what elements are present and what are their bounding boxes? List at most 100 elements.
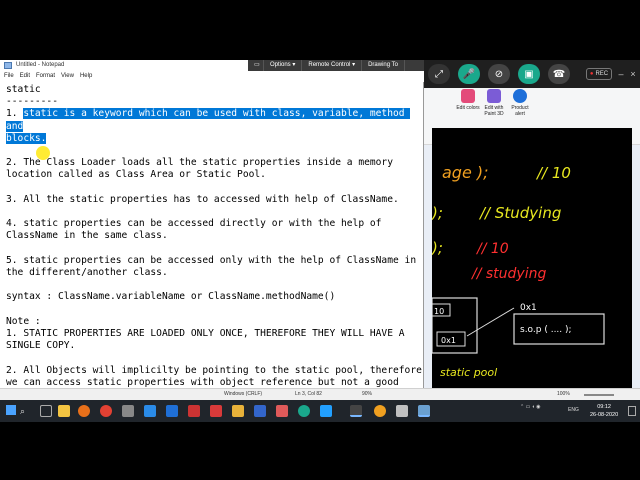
canvas-text-red-studying: // studying (470, 266, 546, 282)
tray-icons[interactable]: ⌃ ▭ ◖ ◉ (520, 404, 540, 410)
meeting-toolbar: ⤢ 🎤 ⊘ ▣ ☎ ● REC – × (424, 60, 640, 88)
paint3d-icon (487, 89, 501, 103)
file-explorer-icon[interactable] (58, 405, 70, 417)
firefox-icon[interactable] (78, 405, 90, 417)
menu-file[interactable]: File (4, 71, 14, 82)
canvas-text-0x1-ref: 0x1 (441, 336, 456, 345)
text-line-content: ClassName in the same class. (6, 230, 168, 242)
text-line: Note : (6, 316, 422, 328)
text-line-content: we can access static properties with obj… (6, 376, 399, 388)
text-line-content: 3. All the static properties has to acce… (6, 193, 399, 205)
text-line: static (6, 84, 422, 96)
menu-edit[interactable]: Edit (20, 71, 30, 82)
sticky-icon[interactable] (396, 405, 408, 417)
palette-icon (461, 89, 475, 103)
notepad-zoom-label: 90% (362, 391, 373, 397)
vscode-icon[interactable] (166, 405, 178, 417)
text-line-content: syntax : ClassName.variableName or Class… (6, 291, 336, 303)
selected-text: static is a keyword which can be used wi… (6, 108, 411, 132)
text-line: 5. static properties can be accessed onl… (6, 255, 422, 267)
text-line: 2. All Objects will implicilty be pointi… (6, 365, 422, 377)
text-line-content: static (6, 84, 41, 95)
close-icon[interactable]: × (628, 68, 638, 80)
microphone-icon[interactable]: 🎤 (458, 64, 480, 84)
text-line (6, 206, 422, 218)
edit-with-paint3d-button[interactable]: Edit with Paint 3D (480, 89, 508, 117)
acrobat-icon[interactable] (210, 405, 222, 417)
minimize-icon[interactable]: – (616, 68, 626, 80)
rec-indicator: ● REC (586, 68, 612, 80)
text-line (6, 304, 422, 316)
word-icon[interactable] (254, 405, 266, 417)
remote-control-button[interactable]: Remote Control ▾ (302, 60, 363, 71)
record-icon: ● (589, 71, 594, 77)
notification-icon[interactable] (628, 406, 636, 416)
text-line: blocks. (6, 132, 422, 145)
language-indicator[interactable]: ENG (568, 407, 579, 413)
whatsapp-icon[interactable] (298, 405, 310, 417)
edit-colors-button[interactable]: Edit colors (454, 89, 482, 111)
task-view-icon[interactable] (40, 405, 52, 417)
text-line (6, 145, 422, 157)
text-line: 3. All the static properties has to acce… (6, 194, 422, 206)
notepad-status-bar: Windows (CRLF) Ln 3, Col 82 90% (0, 388, 424, 400)
paint-zoom-label: 100% (557, 391, 570, 397)
text-line: --------- (6, 96, 422, 108)
canvas-text-close2: ); (432, 239, 443, 257)
drawing-tools-button[interactable]: Drawing To (362, 60, 405, 71)
menu-format[interactable]: Format (36, 71, 55, 82)
reference-arrow (466, 307, 515, 337)
expand-icon[interactable]: ⤢ (428, 64, 450, 84)
text-line: we can access static properties with obj… (6, 377, 422, 388)
text-line-content: 4. static properties can be accessed dir… (6, 218, 382, 230)
text-line (6, 279, 422, 291)
text-line-prefix: 1. (6, 108, 24, 120)
canvas-text-age: age ); (442, 163, 489, 182)
mail-icon[interactable] (144, 405, 156, 417)
end-call-icon[interactable]: ☎ (548, 64, 570, 84)
camera-off-icon[interactable]: ⊘ (488, 64, 510, 84)
text-line-content: Note : (6, 315, 41, 327)
notes-icon[interactable] (320, 405, 332, 417)
search-icon[interactable]: ⌕ (20, 406, 25, 417)
meeting-app-icon[interactable] (350, 405, 362, 417)
system-clock[interactable]: 09:12 26-08-2020 (590, 403, 618, 419)
paint-zoom-slider[interactable] (584, 394, 614, 396)
chrome-icon[interactable] (100, 405, 112, 417)
menu-help[interactable]: Help (80, 71, 92, 82)
text-line-content: the different/another class. (6, 266, 168, 278)
text-line-content: SINGLE COPY. (6, 340, 76, 352)
canvas-text-0x1-top: 0x1 (520, 303, 537, 313)
text-line: location called as Class Area or Static … (6, 169, 422, 181)
selected-text: blocks. (6, 132, 47, 144)
folder-icon[interactable] (232, 405, 244, 417)
monitor-icon[interactable]: ▭ (248, 60, 264, 71)
notepad-title: Untitled - Notepad (16, 62, 65, 68)
text-line: SINGLE COPY. (6, 340, 422, 352)
canvas-text-studying: // Studying (478, 204, 561, 222)
canvas-text-sop: s.o.p ( .... ); (520, 325, 572, 335)
text-line: 1. static is a keyword which can be used… (6, 108, 422, 132)
text-line (6, 182, 422, 194)
windows-start-icon[interactable] (6, 405, 16, 415)
video-letterbox-bottom (0, 422, 640, 480)
notepad-icon (4, 62, 12, 69)
notepad-app-icon[interactable] (418, 405, 430, 417)
text-line: the different/another class. (6, 267, 422, 279)
paint-app-icon[interactable] (276, 405, 288, 417)
text-line-content: 5. static properties can be accessed onl… (6, 254, 417, 266)
text-line: 4. static properties can be accessed dir… (6, 218, 422, 230)
ppt-icon[interactable] (188, 405, 200, 417)
calculator-icon[interactable] (122, 405, 134, 417)
notepad-text-area[interactable]: static --------- 1. static is a keyword wh… (6, 84, 422, 388)
video-letterbox-top (0, 0, 640, 60)
paint-canvas[interactable]: age ); // 10 ); // Studying ); // 10 // … (429, 128, 632, 398)
cursor-position-label: Ln 3, Col 82 (295, 391, 322, 397)
product-alert-button[interactable]: Product alert (506, 89, 534, 117)
share-screen-icon[interactable]: ▣ (518, 64, 540, 84)
text-line: syntax : ClassName.variableName or Class… (6, 291, 422, 303)
menu-view[interactable]: View (61, 71, 74, 82)
remote-options-button[interactable]: Options ▾ (264, 60, 303, 71)
vlc-icon[interactable] (374, 405, 386, 417)
canvas-text-static-pool: static pool (440, 366, 497, 379)
